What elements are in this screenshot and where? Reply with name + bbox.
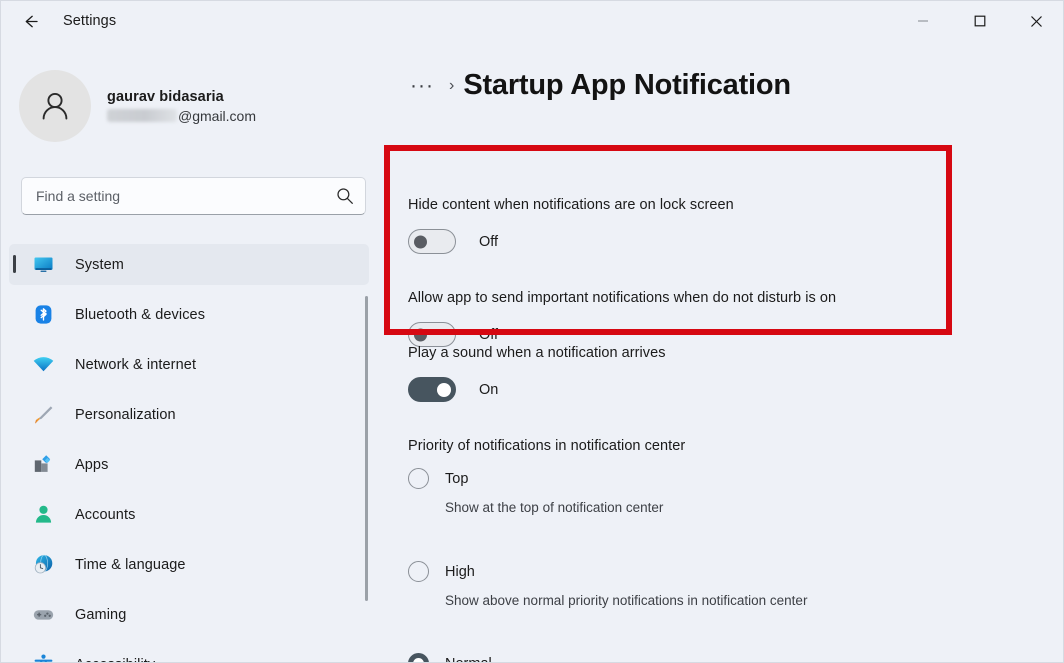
back-arrow-icon bbox=[25, 15, 38, 27]
allow-important-toggle[interactable] bbox=[408, 322, 456, 347]
search-box[interactable] bbox=[21, 177, 366, 215]
sidebar-item-system[interactable]: System bbox=[9, 244, 369, 285]
sidebar-item-label: Personalization bbox=[75, 406, 176, 423]
sidebar-item-accounts[interactable]: Accounts bbox=[9, 494, 369, 535]
account-person-icon bbox=[31, 503, 55, 527]
breadcrumb-overflow-button[interactable]: ··· bbox=[404, 71, 440, 100]
sidebar-nav-list: System Bluetooth & devices Network & int… bbox=[9, 244, 369, 663]
close-icon bbox=[1031, 15, 1042, 27]
sidebar-item-label: System bbox=[75, 256, 124, 273]
radio-row[interactable]: Normal bbox=[408, 653, 492, 663]
account-text: gaurav bidasaria @gmail.com bbox=[107, 89, 256, 124]
account-card[interactable]: gaurav bidasaria @gmail.com bbox=[19, 66, 319, 146]
account-email-suffix: @gmail.com bbox=[178, 107, 257, 124]
setting-play-sound: Play a sound when a notification arrives… bbox=[408, 345, 666, 402]
account-email: @gmail.com bbox=[107, 108, 256, 124]
accessibility-icon bbox=[31, 653, 55, 662]
sidebar: gaurav bidasaria @gmail.com Find a setti… bbox=[1, 41, 376, 663]
setting-label: Play a sound when a notification arrives bbox=[408, 345, 666, 361]
hide-content-toggle[interactable] bbox=[408, 229, 456, 254]
radio-row[interactable]: Top bbox=[408, 468, 663, 489]
main-content: ··· › Startup App Notification Hide cont… bbox=[376, 41, 1063, 663]
settings-window: Settings gaurav bidasaria @gmail.com Fin… bbox=[0, 0, 1064, 663]
sidebar-item-label: Accessibility bbox=[75, 657, 155, 663]
radio-top[interactable] bbox=[408, 468, 429, 489]
bluetooth-icon bbox=[31, 303, 55, 327]
priority-option-normal: Normal bbox=[408, 653, 492, 663]
sidebar-item-apps[interactable]: Apps bbox=[9, 444, 369, 485]
clock-globe-icon bbox=[31, 553, 55, 577]
page-title: Startup App Notification bbox=[463, 69, 791, 101]
sidebar-item-network-internet[interactable]: Network & internet bbox=[9, 344, 369, 385]
back-button[interactable] bbox=[13, 6, 47, 36]
monitor-icon bbox=[31, 253, 55, 277]
sidebar-item-personalization[interactable]: Personalization bbox=[9, 394, 369, 435]
maximize-button[interactable] bbox=[951, 1, 1008, 41]
priority-option-top: Top Show at the top of notification cent… bbox=[408, 468, 663, 515]
email-redaction-blur bbox=[107, 109, 177, 122]
sidebar-item-accessibility[interactable]: Accessibility bbox=[9, 644, 369, 663]
radio-high[interactable] bbox=[408, 561, 429, 582]
radio-normal[interactable] bbox=[408, 653, 429, 662]
sidebar-item-label: Gaming bbox=[75, 606, 127, 623]
toggle-state-label: Off bbox=[479, 233, 499, 250]
avatar bbox=[19, 70, 91, 142]
toggle-state-label: On bbox=[479, 381, 499, 398]
search-input[interactable] bbox=[21, 177, 366, 215]
setting-label: Hide content when notifications are on l… bbox=[408, 197, 734, 213]
account-name: gaurav bidasaria bbox=[107, 88, 224, 105]
priority-option-high: High Show above normal priority notifica… bbox=[408, 561, 807, 608]
priority-heading: Priority of notifications in notificatio… bbox=[408, 438, 686, 454]
minimize-button[interactable] bbox=[894, 1, 951, 41]
sidebar-item-label: Apps bbox=[75, 456, 109, 473]
radio-label: Normal bbox=[445, 656, 492, 663]
chevron-right-icon: › bbox=[448, 76, 455, 94]
toggle-row: Off bbox=[408, 322, 836, 347]
sidebar-item-bluetooth-devices[interactable]: Bluetooth & devices bbox=[9, 294, 369, 335]
play-sound-toggle[interactable] bbox=[408, 377, 456, 402]
radio-row[interactable]: High bbox=[408, 561, 807, 582]
sidebar-item-time-language[interactable]: Time & language bbox=[9, 544, 369, 585]
apps-icon bbox=[31, 453, 55, 477]
sidebar-item-gaming[interactable]: Gaming bbox=[9, 594, 369, 635]
radio-description: Show above normal priority notifications… bbox=[445, 593, 808, 608]
person-icon bbox=[42, 92, 68, 120]
paintbrush-icon bbox=[31, 403, 55, 427]
radio-label: High bbox=[445, 563, 475, 580]
radio-description: Show at the top of notification center bbox=[445, 500, 664, 515]
toggle-row: Off bbox=[408, 229, 734, 254]
toggle-knob bbox=[414, 235, 427, 248]
setting-label: Allow app to send important notification… bbox=[408, 290, 837, 306]
radio-label: Top bbox=[445, 470, 469, 487]
setting-allow-important: Allow app to send important notification… bbox=[408, 290, 836, 347]
sidebar-scrollbar[interactable] bbox=[365, 296, 368, 601]
priority-heading-block: Priority of notifications in notificatio… bbox=[408, 438, 685, 454]
sidebar-item-label: Network & internet bbox=[75, 356, 197, 373]
toggle-knob bbox=[437, 382, 451, 397]
app-title: Settings bbox=[63, 13, 117, 29]
close-button[interactable] bbox=[1008, 1, 1063, 41]
sidebar-item-label: Accounts bbox=[75, 506, 136, 523]
sidebar-item-label: Time & language bbox=[75, 556, 186, 573]
wifi-icon bbox=[31, 353, 55, 377]
sidebar-item-label: Bluetooth & devices bbox=[75, 306, 206, 323]
window-controls bbox=[894, 1, 1063, 41]
toggle-state-label: Off bbox=[479, 326, 499, 343]
setting-hide-content: Hide content when notifications are on l… bbox=[408, 197, 734, 254]
title-bar: Settings bbox=[1, 1, 1063, 41]
toggle-row: On bbox=[408, 377, 666, 402]
maximize-icon bbox=[974, 15, 985, 27]
minimize-icon bbox=[917, 20, 928, 22]
toggle-knob bbox=[414, 328, 427, 341]
breadcrumb: ··· › Startup App Notification bbox=[404, 69, 791, 102]
gamepad-icon bbox=[31, 603, 55, 627]
